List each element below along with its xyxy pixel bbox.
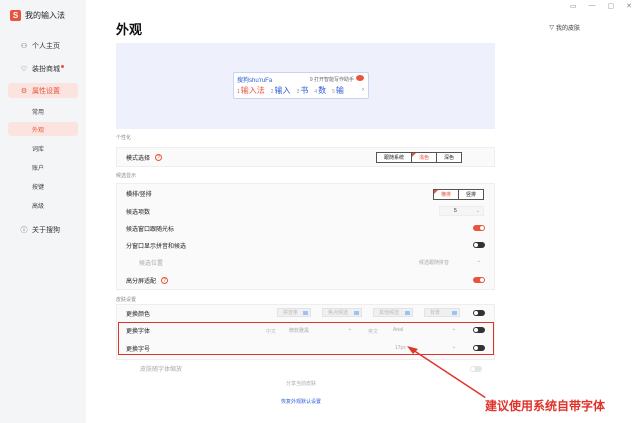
annotation-arrow <box>407 346 487 399</box>
annotation-text: 建议使用系统自带字体 <box>485 397 606 414</box>
